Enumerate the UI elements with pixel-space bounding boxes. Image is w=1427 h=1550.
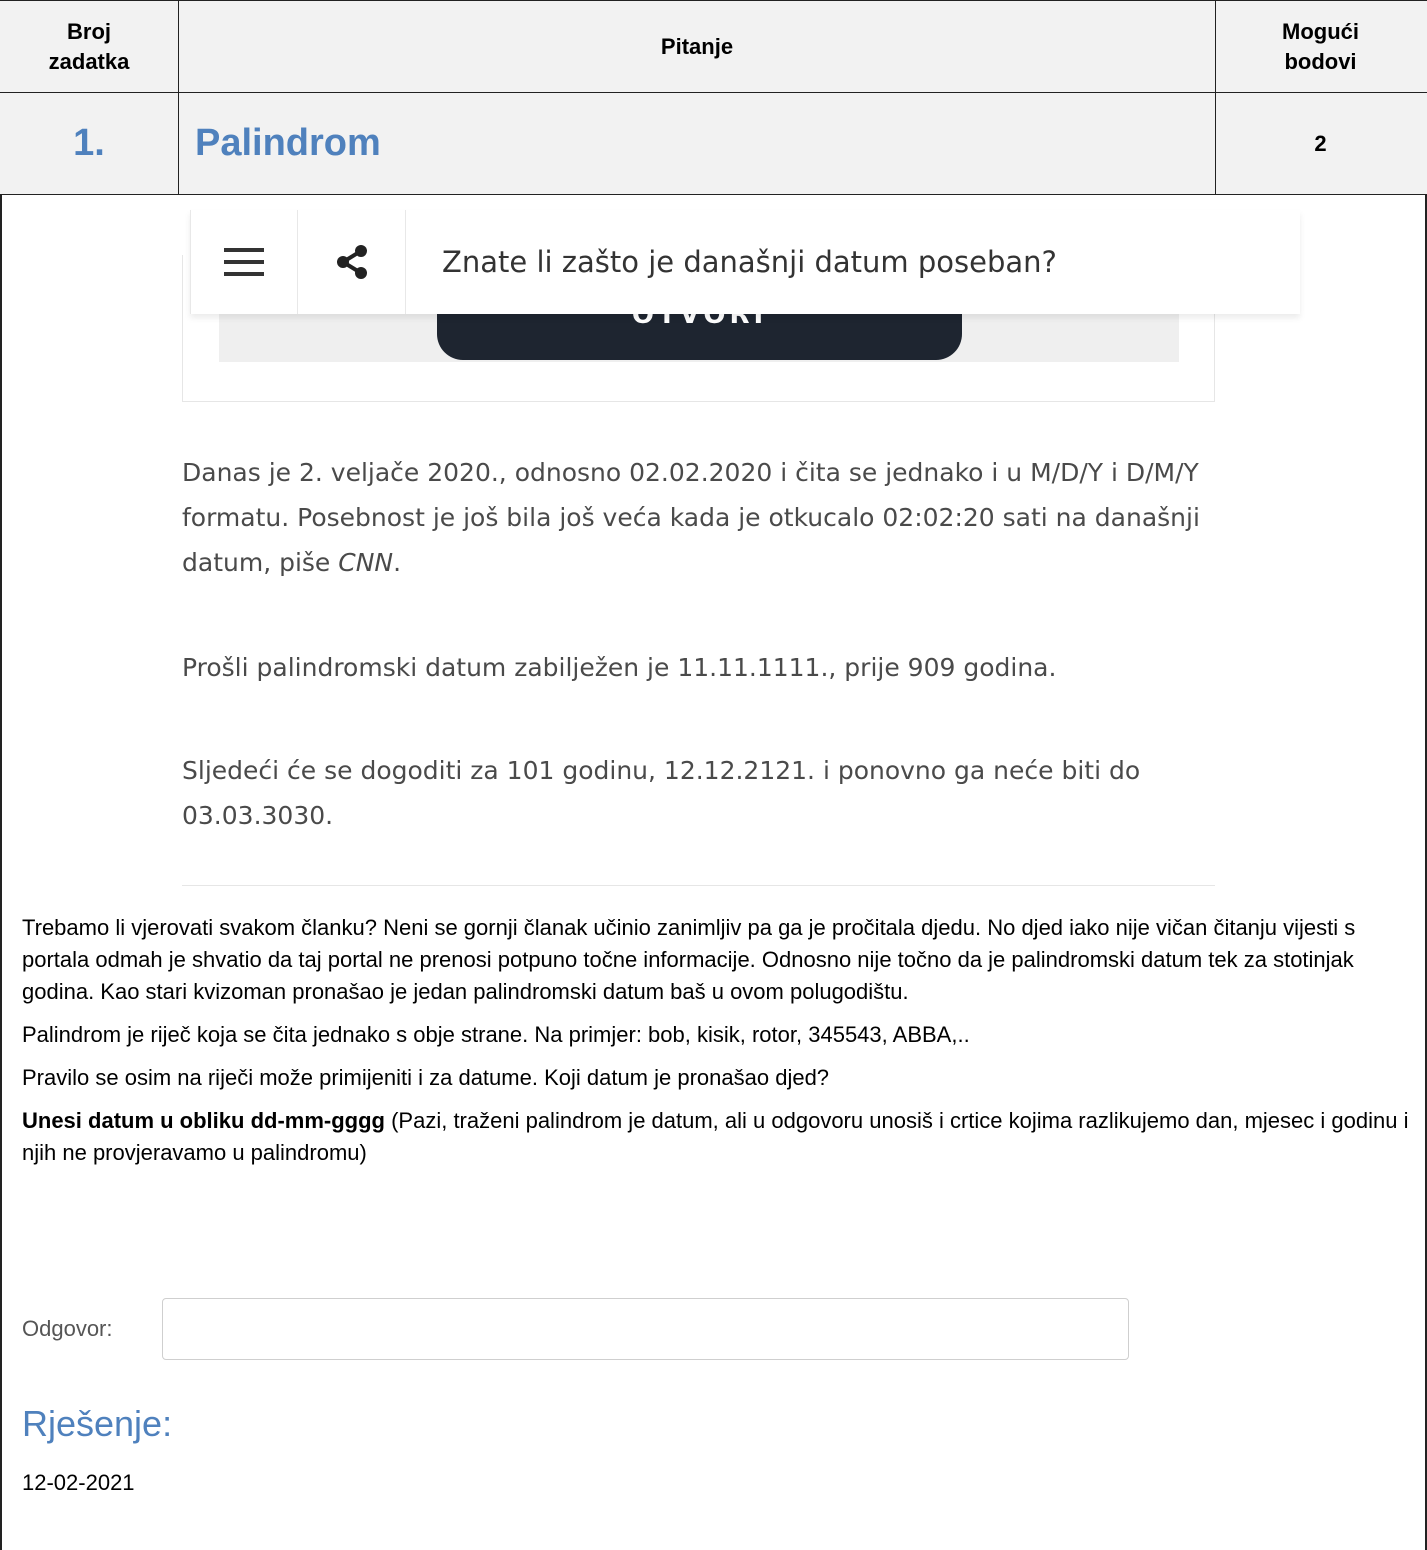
article-source: CNN: [338, 548, 394, 577]
task-number: 1.: [0, 93, 179, 194]
task-title-row: 1. Palindrom 2: [0, 93, 1427, 195]
table-header-row: Broj zadatka Pitanje Mogući bodovi: [0, 0, 1427, 93]
article-navbar: Znate li zašto je današnji datum poseban…: [190, 210, 1300, 314]
solution-heading: Rješenje:: [22, 1403, 173, 1444]
task-intro: Trebamo li vjerovati svakom članku? Neni…: [22, 915, 1356, 1004]
article-divider: [182, 885, 1215, 886]
answer-label: Odgovor:: [22, 1316, 113, 1341]
article-paragraph-2: Prošli palindromski datum zabilježen je …: [182, 653, 1057, 682]
open-button[interactable]: OTVORI: [437, 310, 962, 360]
article-paragraph-1: Danas je 2. veljače 2020., odnosno 02.02…: [182, 458, 1200, 577]
article-nav-title: Znate li zašto je današnji datum poseban…: [442, 245, 1057, 279]
share-button[interactable]: [298, 210, 406, 314]
task-instruction: Unesi datum u obliku dd-mm-gggg (Pazi, t…: [22, 1105, 1412, 1169]
instruction-format: Unesi datum u obliku dd-mm-gggg: [22, 1108, 385, 1133]
task-points: 2: [1314, 130, 1327, 156]
task-title: Palindrom: [179, 93, 1216, 194]
header-task-number: Broj zadatka: [0, 1, 179, 92]
menu-button[interactable]: [190, 210, 298, 314]
article-screenshot: OTVORI Znate li zašto je današnji datum …: [130, 195, 1305, 895]
answer-input[interactable]: [162, 1298, 1129, 1360]
share-icon: [336, 245, 367, 279]
hamburger-menu-icon: [224, 248, 264, 276]
task-body: Trebamo li vjerovati svakom članku? Neni…: [22, 912, 1412, 1180]
answer-row: Odgovor:: [22, 1298, 1132, 1360]
solution-value: 12-02-2021: [22, 1470, 135, 1495]
article-paragraph-3: Sljedeći će se dogoditi za 101 godinu, 1…: [182, 756, 1141, 830]
task-definition: Palindrom je riječ koja se čita jednako …: [22, 1022, 970, 1047]
header-question: Pitanje: [179, 1, 1216, 92]
header-points: Mogući bodovi: [1282, 18, 1359, 74]
task-question: Pravilo se osim na riječi može primijeni…: [22, 1065, 830, 1090]
